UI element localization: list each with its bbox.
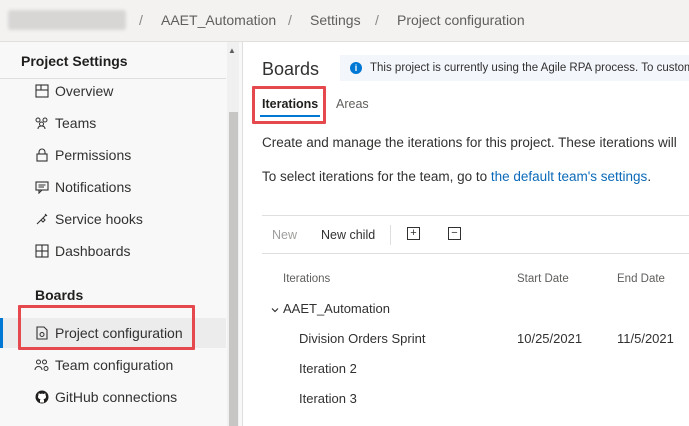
sidebar-item-label: Permissions <box>55 147 132 163</box>
table-row-name[interactable]: Iteration 3 <box>299 391 357 406</box>
main-content: Boards i This project is currently using… <box>243 42 689 426</box>
collapse-all-icon[interactable]: − <box>448 227 461 240</box>
sidebar-item-overview[interactable]: Overview <box>0 76 226 106</box>
default-team-settings-link[interactable]: the default team's settings <box>491 169 647 184</box>
toolbar-separator <box>390 225 391 245</box>
info-banner-text: This project is currently using the Agil… <box>370 62 689 74</box>
teams-icon <box>34 115 50 131</box>
sidebar-item-label: Project configuration <box>55 325 183 341</box>
table-row-end-date: 11/5/2021 <box>617 331 674 346</box>
sidebar-item-label: Teams <box>55 115 97 131</box>
sidebar-item-label: Team configuration <box>55 357 174 373</box>
team-settings-prompt-text: To select iterations for the team, go to <box>262 169 488 184</box>
sidebar-item-dashboards[interactable]: Dashboards <box>0 236 226 266</box>
tab-iterations[interactable]: Iterations <box>262 97 318 111</box>
team-settings-prompt: To select iterations for the team, go to… <box>262 169 651 184</box>
lock-icon <box>34 147 50 163</box>
breadcrumb-separator: / <box>288 12 292 28</box>
organization-name-blurred[interactable] <box>8 10 126 30</box>
expand-all-icon[interactable]: + <box>407 227 420 240</box>
sidebar-item-notifications[interactable]: Notifications <box>0 172 226 202</box>
sidebar-item-teams[interactable]: Teams <box>0 108 226 138</box>
info-banner: i This project is currently using the Ag… <box>340 55 689 81</box>
sidebar-item-project-configuration[interactable]: Project configuration <box>0 318 226 348</box>
breadcrumb-separator: / <box>375 12 379 28</box>
column-header-start-date[interactable]: Start Date <box>517 273 569 285</box>
iterations-description: Create and manage the iterations for thi… <box>262 135 677 150</box>
info-icon: i <box>350 62 362 74</box>
project-configuration-icon <box>34 325 50 341</box>
page-title: Boards <box>262 59 320 79</box>
sidebar-item-label: GitHub connections <box>55 389 178 405</box>
breadcrumb-project-configuration: Project configuration <box>397 12 525 28</box>
tree-root-node[interactable]: AAET_Automation <box>283 301 390 316</box>
new-child-button[interactable]: New child <box>321 228 375 242</box>
sidebar-title: Project Settings <box>21 53 128 69</box>
toolbar-top-divider <box>262 215 689 216</box>
sidebar: Project Settings Overview Teams Permissi… <box>0 42 243 426</box>
breadcrumb-separator: / <box>139 12 143 28</box>
table-row-name[interactable]: Division Orders Sprint <box>299 331 425 346</box>
breadcrumb: / AAET_Automation / Settings / Project c… <box>0 0 689 42</box>
toolbar-bottom-divider <box>262 253 689 254</box>
sidebar-scrollbar-thumb[interactable] <box>229 112 238 426</box>
service-hooks-icon <box>34 211 50 227</box>
team-configuration-icon <box>34 357 50 373</box>
table-row-start-date: 10/25/2021 <box>517 331 583 346</box>
github-icon <box>34 389 50 405</box>
new-button[interactable]: New <box>272 228 297 242</box>
sidebar-item-permissions[interactable]: Permissions <box>0 140 226 170</box>
sidebar-item-label: Service hooks <box>55 211 143 227</box>
sidebar-item-team-configuration[interactable]: Team configuration <box>0 350 226 380</box>
tab-areas[interactable]: Areas <box>336 97 369 111</box>
active-tab-indicator <box>260 115 320 117</box>
sidebar-item-label: Overview <box>55 83 114 99</box>
sidebar-item-github-connections[interactable]: GitHub connections <box>0 382 226 412</box>
column-header-iterations[interactable]: Iterations <box>283 273 330 285</box>
team-settings-prompt-suffix: . <box>647 169 652 184</box>
scroll-up-arrow-icon[interactable]: ▲ <box>228 46 236 55</box>
sidebar-item-label: Notifications <box>55 179 132 195</box>
table-row-name[interactable]: Iteration 2 <box>299 361 357 376</box>
breadcrumb-settings[interactable]: Settings <box>310 12 361 28</box>
sidebar-item-label: Dashboards <box>55 243 131 259</box>
column-header-end-date[interactable]: End Date <box>617 273 665 285</box>
notification-icon <box>34 179 50 195</box>
breadcrumb-project[interactable]: AAET_Automation <box>161 12 276 28</box>
sidebar-item-service-hooks[interactable]: Service hooks <box>0 204 226 234</box>
dashboards-icon <box>34 243 50 259</box>
overview-icon <box>34 83 50 99</box>
chevron-down-icon[interactable] <box>270 305 280 315</box>
sidebar-section-boards: Boards <box>35 287 84 303</box>
